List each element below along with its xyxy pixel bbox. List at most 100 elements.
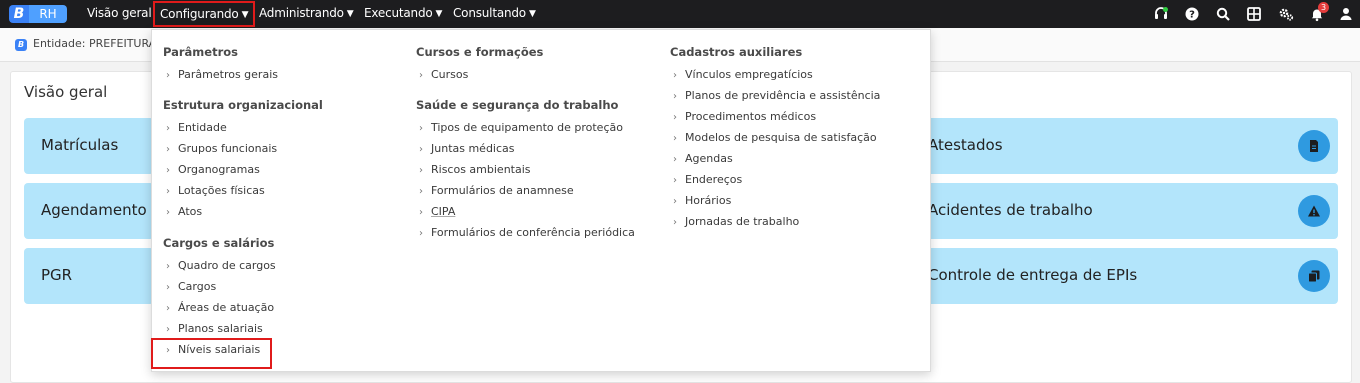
chevron-down-icon: ▼ bbox=[346, 9, 354, 19]
chevron-right-icon: › bbox=[419, 70, 423, 81]
menu-item-label: Horários bbox=[685, 194, 732, 207]
menu-item-enderecos[interactable]: › Endereços bbox=[673, 173, 742, 186]
menu-item-label: Jornadas de trabalho bbox=[685, 215, 800, 228]
headset-icon[interactable] bbox=[1153, 6, 1169, 22]
menu-item-label: Tipos de equipamento de proteção bbox=[431, 121, 623, 134]
warning-icon bbox=[1308, 205, 1320, 217]
nav-visao-geral[interactable]: Visão geral bbox=[87, 0, 152, 28]
chevron-right-icon: › bbox=[673, 196, 677, 207]
menu-item-formularios-de-conferencia[interactable]: › Formulários de conferência periódica bbox=[419, 226, 635, 239]
nav-administrando[interactable]: Administrando ▼ bbox=[259, 0, 354, 28]
card-acidentes-de-trabalho[interactable]: Acidentes de trabalho bbox=[916, 183, 1338, 239]
menu-item-planos-salariais[interactable]: › Planos salariais bbox=[166, 322, 263, 335]
menu-item-label: Planos de previdência e assistência bbox=[685, 89, 881, 102]
menu-item-atos[interactable]: › Atos bbox=[166, 205, 202, 218]
menu-item-label: Procedimentos médicos bbox=[685, 110, 817, 123]
menu-item-label: Entidade bbox=[178, 121, 227, 134]
notification-count-badge: 3 bbox=[1318, 2, 1329, 13]
entity-selector[interactable]: Entidade: PREFEITURA D bbox=[33, 37, 168, 50]
menu-section-cargos-e-salarios: Cargos e salários bbox=[163, 236, 275, 250]
user-icon[interactable] bbox=[1338, 6, 1354, 22]
nav-consultando[interactable]: Consultando ▼ bbox=[453, 0, 536, 28]
card-agendamento[interactable]: Agendamento bbox=[24, 183, 154, 239]
menu-item-label: Vínculos empregatícios bbox=[685, 68, 813, 81]
menu-item-cursos[interactable]: › Cursos bbox=[419, 68, 468, 81]
nav-label: Visão geral bbox=[87, 6, 152, 20]
menu-item-areas-de-atuacao[interactable]: › Áreas de atuação bbox=[166, 301, 274, 314]
menu-item-label: Organogramas bbox=[178, 163, 260, 176]
menu-item-label: Áreas de atuação bbox=[178, 301, 275, 314]
menu-item-label: Lotações físicas bbox=[178, 184, 265, 197]
menu-item-label: Riscos ambientais bbox=[431, 163, 531, 176]
chevron-right-icon: › bbox=[673, 91, 677, 102]
card-label: Controle de entrega de EPIs bbox=[928, 266, 1138, 284]
menu-item-lotacoes-fisicas[interactable]: › Lotações físicas bbox=[166, 184, 265, 197]
menu-section-parametros: Parâmetros bbox=[163, 45, 239, 59]
card-epis-button[interactable] bbox=[1298, 260, 1330, 292]
help-icon[interactable]: ? bbox=[1184, 6, 1200, 22]
chevron-right-icon: › bbox=[166, 70, 170, 81]
nav-label: Administrando bbox=[259, 6, 344, 20]
menu-item-cipa[interactable]: › CIPA bbox=[419, 205, 455, 218]
menu-item-formularios-de-anamnese[interactable]: › Formulários de anamnese bbox=[419, 184, 574, 197]
chevron-right-icon: › bbox=[419, 207, 423, 218]
chevron-right-icon: › bbox=[166, 282, 170, 293]
card-atestados[interactable]: Atestados bbox=[916, 118, 1338, 174]
chevron-right-icon: › bbox=[419, 228, 423, 239]
menu-item-quadro-de-cargos[interactable]: › Quadro de cargos bbox=[166, 259, 276, 272]
chevron-right-icon: › bbox=[419, 186, 423, 197]
settings-gears-icon[interactable] bbox=[1278, 6, 1294, 22]
menu-item-parametros-gerais[interactable]: › Parâmetros gerais bbox=[166, 68, 278, 81]
chevron-right-icon: › bbox=[419, 165, 423, 176]
menu-item-juntas-medicas[interactable]: › Juntas médicas bbox=[419, 142, 515, 155]
menu-item-riscos-ambientais[interactable]: › Riscos ambientais bbox=[419, 163, 531, 176]
card-label: Atestados bbox=[928, 136, 1003, 154]
nav-configurando[interactable]: Configurando ▼ bbox=[153, 1, 256, 27]
chevron-right-icon: › bbox=[166, 303, 170, 314]
menu-item-horarios[interactable]: › Horários bbox=[673, 194, 731, 207]
menu-item-tipos-de-equipamento[interactable]: › Tipos de equipamento de proteção bbox=[419, 121, 623, 134]
menu-item-modelos-de-pesquisa[interactable]: › Modelos de pesquisa de satisfação bbox=[673, 131, 877, 144]
brand-logo-rh: RH bbox=[29, 5, 67, 23]
chevron-right-icon: › bbox=[673, 70, 677, 81]
card-matriculas[interactable]: Matrículas bbox=[24, 118, 154, 174]
chevron-right-icon: › bbox=[673, 112, 677, 123]
menu-item-label: Atos bbox=[178, 205, 203, 218]
menu-item-entidade[interactable]: › Entidade bbox=[166, 121, 227, 134]
chevron-down-icon: ▼ bbox=[435, 9, 443, 19]
menu-item-planos-de-previdencia[interactable]: › Planos de previdência e assistência bbox=[673, 89, 880, 102]
copy-icon bbox=[1308, 270, 1320, 283]
nav-executando[interactable]: Executando ▼ bbox=[364, 0, 442, 28]
nav-label: Executando bbox=[364, 6, 433, 20]
nav-label: Configurando bbox=[160, 7, 239, 21]
card-atestados-button[interactable] bbox=[1298, 130, 1330, 162]
menu-item-agendas[interactable]: › Agendas bbox=[673, 152, 733, 165]
nav-label: Consultando bbox=[453, 6, 526, 20]
apps-grid-icon[interactable] bbox=[1246, 6, 1262, 22]
search-icon[interactable] bbox=[1215, 6, 1231, 22]
menu-item-organogramas[interactable]: › Organogramas bbox=[166, 163, 260, 176]
card-label: Acidentes de trabalho bbox=[928, 201, 1093, 219]
menu-item-vinculos-empregaticios[interactable]: › Vínculos empregatícios bbox=[673, 68, 813, 81]
menu-item-jornadas-de-trabalho[interactable]: › Jornadas de trabalho bbox=[673, 215, 799, 228]
menu-item-label: Cursos bbox=[431, 68, 469, 81]
menu-item-cargos[interactable]: › Cargos bbox=[166, 280, 216, 293]
page-title: Visão geral bbox=[24, 83, 108, 101]
card-controle-de-entrega-de-epis[interactable]: Controle de entrega de EPIs bbox=[916, 248, 1338, 304]
menu-item-label: Cargos bbox=[178, 280, 217, 293]
chevron-right-icon: › bbox=[166, 186, 170, 197]
menu-item-label: Planos salariais bbox=[178, 322, 263, 335]
menu-item-procedimentos-medicos[interactable]: › Procedimentos médicos bbox=[673, 110, 816, 123]
menu-item-grupos-funcionais[interactable]: › Grupos funcionais bbox=[166, 142, 277, 155]
menu-item-label: Quadro de cargos bbox=[178, 259, 276, 272]
highlight-box bbox=[151, 338, 272, 369]
menu-section-cadastros-auxiliares: Cadastros auxiliares bbox=[670, 45, 803, 59]
card-label: Matrículas bbox=[41, 136, 119, 154]
chevron-right-icon: › bbox=[419, 123, 423, 134]
app-logo[interactable]: B RH bbox=[9, 5, 67, 23]
card-acidentes-button[interactable] bbox=[1298, 195, 1330, 227]
card-pgr[interactable]: PGR bbox=[24, 248, 154, 304]
svg-text:?: ? bbox=[1189, 10, 1195, 21]
menu-item-label: Grupos funcionais bbox=[178, 142, 278, 155]
chevron-right-icon: › bbox=[166, 123, 170, 134]
